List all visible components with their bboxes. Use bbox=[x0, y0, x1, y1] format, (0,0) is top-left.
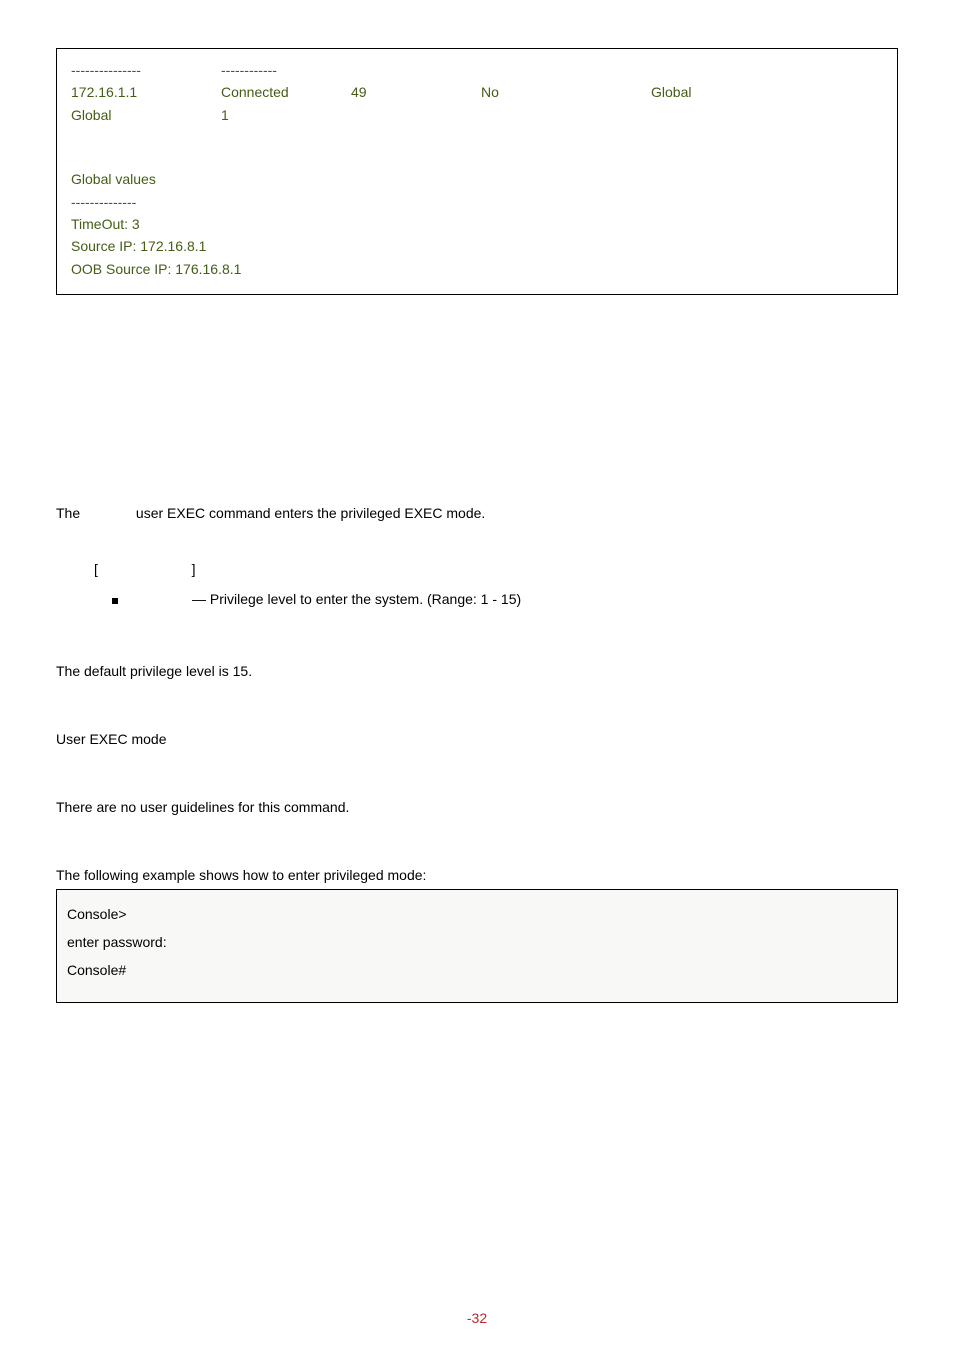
dash-c2: ------------ bbox=[221, 59, 351, 81]
example-line-1: Console> bbox=[67, 900, 887, 928]
parameter-description: — Privilege level to enter the system. (… bbox=[192, 591, 521, 607]
syntax-bracket-open: [ bbox=[94, 561, 98, 577]
command-description: The user EXEC command enters the privile… bbox=[56, 505, 898, 521]
timeout-line: TimeOut: 3 bbox=[71, 213, 883, 235]
syntax-line: [ ] bbox=[56, 561, 898, 577]
global-values-dashes: -------------- bbox=[71, 191, 883, 213]
desc-post: user EXEC command enters the privileged … bbox=[136, 505, 485, 521]
bullet-icon bbox=[112, 598, 118, 604]
data-row-2: Global 1 bbox=[71, 104, 883, 126]
state: Connected bbox=[221, 81, 351, 103]
ip-address: 172.16.1.1 bbox=[71, 81, 221, 103]
command-mode: User EXEC mode bbox=[56, 731, 898, 747]
user-guidelines: There are no user guidelines for this co… bbox=[56, 799, 898, 815]
single-conn: No bbox=[481, 81, 651, 103]
source-ip-line: Source IP: 172.16.8.1 bbox=[71, 235, 883, 257]
port: 49 bbox=[351, 81, 481, 103]
page-number: -32 bbox=[0, 1310, 954, 1326]
example-intro: The following example shows how to enter… bbox=[56, 867, 898, 883]
default-config: The default privilege level is 15. bbox=[56, 663, 898, 679]
example-line-2: enter password: bbox=[67, 928, 887, 956]
console-output-box: --------------- ------------ 172.16.1.1 … bbox=[56, 48, 898, 295]
row2-c1: Global bbox=[71, 104, 221, 126]
page: --------------- ------------ 172.16.1.1 … bbox=[0, 0, 954, 1350]
scope: Global bbox=[651, 81, 791, 103]
dash-row: --------------- ------------ bbox=[71, 59, 883, 81]
syntax-bracket-close: ] bbox=[192, 561, 196, 577]
example-box: Console> enter password: Console# bbox=[56, 889, 898, 1003]
desc-pre: The bbox=[56, 505, 80, 521]
parameter-bullet: — Privilege level to enter the system. (… bbox=[56, 591, 898, 607]
oob-source-ip-line: OOB Source IP: 176.16.8.1 bbox=[71, 258, 883, 280]
row2-c2: 1 bbox=[221, 104, 351, 126]
example-line-3: Console# bbox=[67, 956, 887, 984]
global-values-header: Global values bbox=[71, 168, 883, 190]
data-row-1: 172.16.1.1 Connected 49 No Global bbox=[71, 81, 883, 103]
dash-c1: --------------- bbox=[71, 59, 221, 81]
